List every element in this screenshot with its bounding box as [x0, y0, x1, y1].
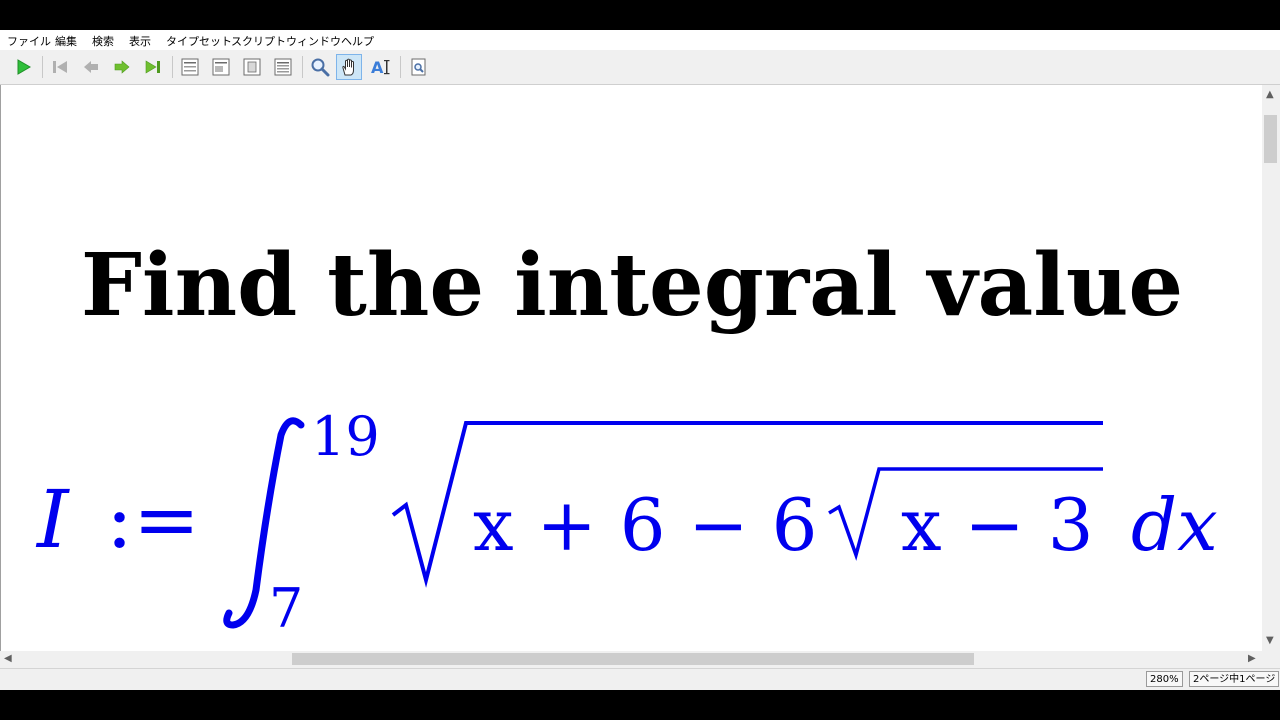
menu-typeset[interactable]: タイプセット: [166, 33, 232, 49]
find-in-page-button[interactable]: [406, 54, 432, 80]
single-page-button[interactable]: [177, 54, 203, 80]
menu-search[interactable]: 検索: [92, 33, 114, 49]
continuous-page-button[interactable]: [208, 54, 234, 80]
play-icon: [17, 59, 31, 75]
menu-bar: ファイル 編集 検索 表示 タイプセット スクリプト ウィンドウ ヘルプ: [0, 30, 1280, 50]
upper-limit: 19: [311, 405, 380, 468]
hand-tool-icon: [342, 58, 354, 76]
menu-file[interactable]: ファイル: [7, 33, 51, 49]
magnifier-icon: [311, 58, 330, 77]
vertical-scroll-thumb[interactable]: [1264, 115, 1277, 163]
toolbar-separator: [302, 56, 303, 78]
radicand-prefix: x + 6 − 6: [473, 483, 817, 567]
page-indicator: 2ページ中1ページ: [1189, 671, 1280, 687]
scroll-up-icon[interactable]: ▲: [1266, 89, 1274, 101]
bottom-black-border: [0, 690, 1280, 720]
zoom-level[interactable]: 280%: [1146, 671, 1183, 687]
pdf-viewer[interactable]: Find the integral value I := 19 7 x + 6 …: [0, 85, 1263, 651]
text-select-button[interactable]: A: [368, 54, 394, 80]
single-page-icon: [181, 58, 199, 76]
vertical-scrollbar[interactable]: ▲ ▼: [1262, 85, 1280, 651]
toolbar-separator: [172, 56, 173, 78]
scrollbar-corner: [1262, 651, 1280, 668]
top-black-border: [0, 0, 1280, 30]
menu-edit[interactable]: 編集: [55, 33, 77, 49]
last-page-button[interactable]: [140, 54, 166, 80]
differential: dx: [1131, 483, 1218, 567]
scroll-right-icon[interactable]: ▶: [1248, 653, 1256, 665]
menu-script[interactable]: スクリプト: [231, 33, 286, 49]
continuous-facing-icon: [274, 58, 292, 76]
typeset-button[interactable]: [10, 54, 36, 80]
menu-help[interactable]: ヘルプ: [341, 33, 374, 49]
next-page-button[interactable]: [109, 54, 135, 80]
menu-window[interactable]: ウィンドウ: [286, 33, 341, 49]
svg-text:A: A: [371, 58, 384, 77]
facing-pages-button[interactable]: [239, 54, 265, 80]
next-page-icon: [114, 60, 130, 74]
horizontal-scrollbar[interactable]: ◀ ▶: [0, 651, 1262, 668]
formula-assign: :=: [106, 473, 200, 566]
previous-page-button[interactable]: [78, 54, 104, 80]
first-page-icon: [53, 61, 67, 73]
first-page-button[interactable]: [47, 54, 73, 80]
toolbar-separator: [42, 56, 43, 78]
horizontal-scroll-thumb[interactable]: [292, 653, 974, 665]
scroll-down-icon[interactable]: ▼: [1266, 635, 1274, 647]
toolbar-separator: [400, 56, 401, 78]
continuous-page-icon: [212, 58, 230, 76]
scroll-left-icon[interactable]: ◀: [4, 653, 12, 665]
text-select-icon: A: [371, 58, 390, 77]
toolbar: A: [0, 50, 1280, 85]
menu-view[interactable]: 表示: [129, 33, 151, 49]
lower-limit: 7: [269, 577, 303, 640]
last-page-icon: [145, 60, 160, 74]
inner-radicand: x − 3: [901, 483, 1094, 567]
find-in-page-icon: [411, 58, 426, 76]
continuous-facing-button[interactable]: [270, 54, 296, 80]
previous-page-icon: [84, 61, 98, 73]
status-bar: 280% 2ページ中1ページ: [0, 668, 1280, 691]
hand-tool-button[interactable]: [336, 54, 362, 80]
formula-lhs: I: [35, 473, 70, 566]
page-title: Find the integral value: [80, 235, 1184, 336]
integral-formula: I := 19 7 x + 6 − 6 x − 3 dx: [35, 405, 1218, 640]
magnify-button[interactable]: [307, 54, 333, 80]
facing-pages-icon: [243, 58, 261, 76]
